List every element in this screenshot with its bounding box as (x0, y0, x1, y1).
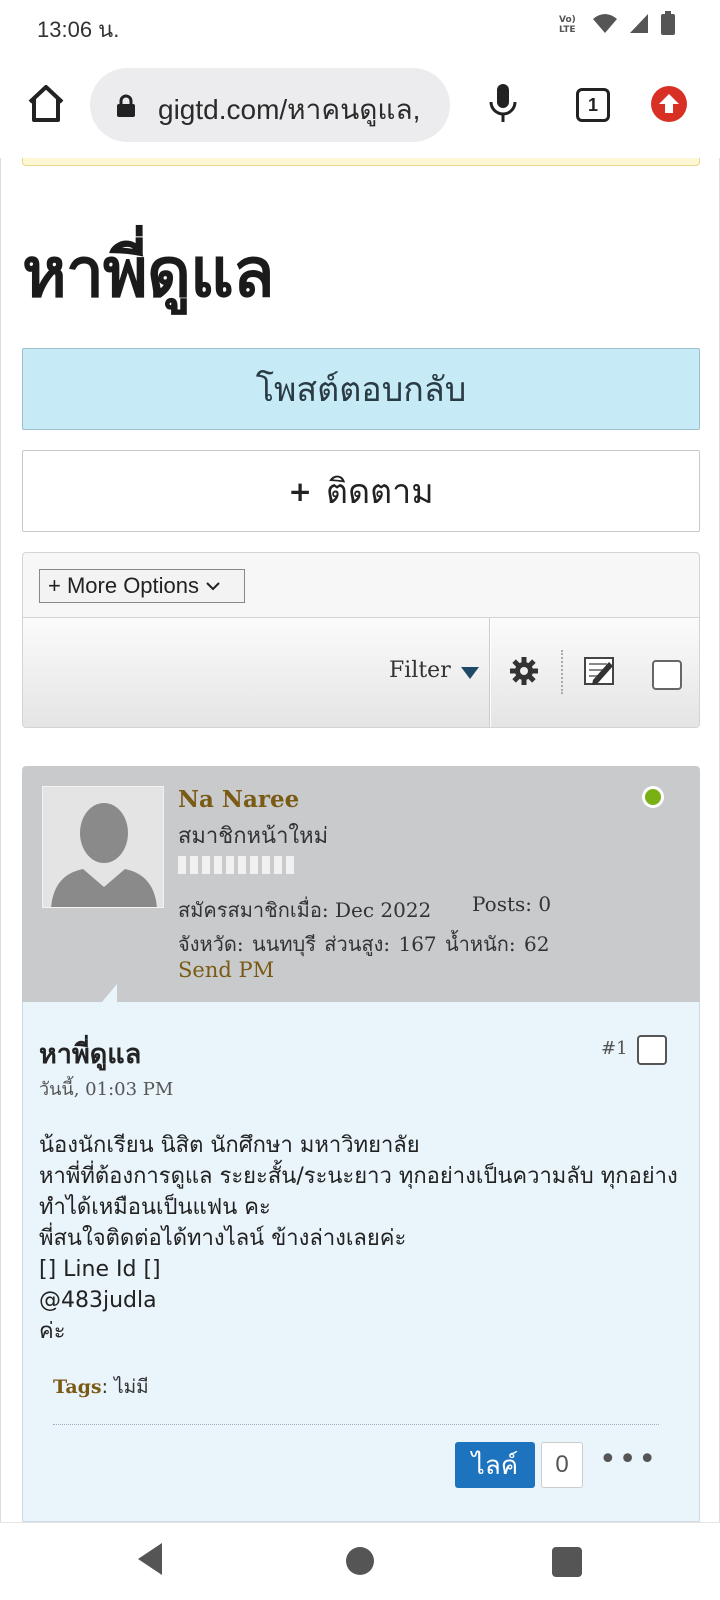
online-status-icon (642, 786, 664, 808)
post-divider (53, 1424, 659, 1425)
post-date: วันนี้, 01:03 PM (39, 1079, 174, 1100)
tags-label: Tags (53, 1376, 102, 1398)
posts-count: Posts: 0 (472, 892, 552, 916)
thread-title: หาพี่ดูแล (22, 234, 274, 313)
post-line: น้องนักเรียน นิสิต นักศึกษา มหาวิทยาลัย (39, 1133, 420, 1158)
post-pointer (102, 984, 117, 1002)
thread-options-box: + More Options Filter (22, 552, 700, 728)
post-more-actions-button[interactable]: ••• (599, 1442, 658, 1477)
update-button[interactable] (651, 86, 687, 122)
nav-back-button[interactable] (136, 1541, 164, 1581)
user-title: สมาชิกหน้าใหม่ (178, 824, 329, 849)
status-bar: 13:06 น. Vo) LTE (0, 0, 720, 52)
reply-button[interactable]: โพสต์ตอบกลับ (22, 348, 700, 430)
post-content: น้องนักเรียน นิสิต นักศึกษา มหาวิทยาลัย … (39, 1130, 679, 1347)
follow-plus: + (288, 474, 312, 508)
home-icon (28, 85, 64, 122)
follow-button[interactable]: + ติดตาม (22, 450, 700, 532)
avatar[interactable] (42, 786, 164, 908)
post-line: [] Line Id [] (39, 1257, 161, 1282)
reputation-bar (178, 856, 294, 874)
nav-home-button[interactable] (346, 1547, 374, 1575)
update-icon (659, 94, 679, 113)
post-line: พี่สนใจติดต่อได้ทางไลน์ ข้างล่างเลยค่ะ (39, 1226, 407, 1251)
notice-strip (22, 158, 700, 166)
status-time: 13:06 น. (37, 17, 120, 42)
tags-colon: : (101, 1376, 115, 1398)
post-line: @483judla (39, 1288, 157, 1313)
tags-value: ไม่มี (114, 1376, 149, 1398)
join-date: สมัครสมาชิกเมื่อ: Dec 2022 (178, 898, 432, 922)
back-icon (138, 1543, 162, 1575)
tabs-count: 1 (587, 94, 598, 115)
voice-search-button[interactable] (488, 82, 518, 128)
gear-icon (510, 657, 538, 685)
like-count-value: 0 (555, 1451, 569, 1478)
edit-icon (584, 657, 614, 685)
filter-label: Filter (389, 658, 451, 683)
page-content: หาพี่ดูแล โพสต์ตอบกลับ + ติดตาม + More O… (0, 158, 720, 1522)
post-select-checkbox[interactable] (637, 1035, 667, 1065)
address-bar[interactable]: gigtd.com/หาคนดูแล, (90, 68, 450, 142)
wifi-icon (593, 14, 617, 33)
tabs-button[interactable]: 1 (576, 88, 610, 122)
post-line: ค่ะ (39, 1319, 66, 1344)
post-line: หาพี่ที่ต้องการดูแล ระยะสั้น/ระนะยาว ทุก… (39, 1164, 678, 1220)
svg-text:Vo): Vo) (559, 15, 576, 25)
toolbar-dotted-divider (561, 650, 563, 694)
post-number-link[interactable]: #1 (601, 1038, 628, 1059)
like-button[interactable]: ไลค์ (455, 1442, 535, 1488)
select-all-checkbox[interactable] (652, 660, 682, 690)
post-user-panel: Na Naree สมาชิกหน้าใหม่ สมัครสมาชิกเมื่อ… (22, 766, 700, 1002)
chevron-down-icon (206, 582, 220, 591)
thread-toolbar: Filter (23, 617, 699, 727)
more-options-select[interactable]: + More Options (39, 569, 245, 603)
post-tags: Tags: ไม่มี (53, 1372, 149, 1402)
battery-icon (661, 11, 675, 35)
browser-toolbar: gigtd.com/หาคนดูแล, 1 (0, 52, 720, 158)
signal-icon (630, 14, 648, 33)
reply-button-label: โพสต์ตอบกลับ (255, 370, 467, 410)
settings-button[interactable] (509, 656, 539, 690)
post-title: หาพี่ดูแล (39, 1039, 142, 1070)
post-body: หาพี่ดูแล วันนี้, 01:03 PM #1 น้องนักเรี… (22, 1002, 700, 1522)
caret-down-icon (460, 666, 479, 679)
moderate-button[interactable] (583, 654, 617, 692)
status-icons: Vo) LTE (558, 10, 676, 36)
filter-button[interactable]: Filter (389, 658, 479, 683)
follow-button-label: ติดตาม (325, 472, 434, 512)
svg-text:LTE: LTE (559, 25, 576, 35)
user-details: จังหวัด: นนทบุรี ส่วนสูง: 167 น้ำหนัก: 6… (178, 932, 550, 956)
toolbar-divider (489, 618, 491, 727)
nav-recents-button[interactable] (552, 1547, 582, 1577)
volte-icon: Vo)LTE (559, 15, 576, 35)
like-count: 0 (541, 1442, 583, 1488)
username-link[interactable]: Na Naree (178, 786, 299, 813)
system-nav-bar (0, 1522, 720, 1600)
lock-icon (117, 94, 135, 117)
url-text: gigtd.com/หาคนดูแล, (158, 94, 421, 125)
send-pm-link[interactable]: Send PM (178, 958, 274, 982)
like-button-label: ไลค์ (471, 1450, 519, 1481)
more-options-label: + More Options (48, 573, 200, 598)
mic-icon (489, 84, 517, 122)
home-button[interactable] (24, 82, 68, 126)
default-avatar-icon (43, 787, 163, 907)
